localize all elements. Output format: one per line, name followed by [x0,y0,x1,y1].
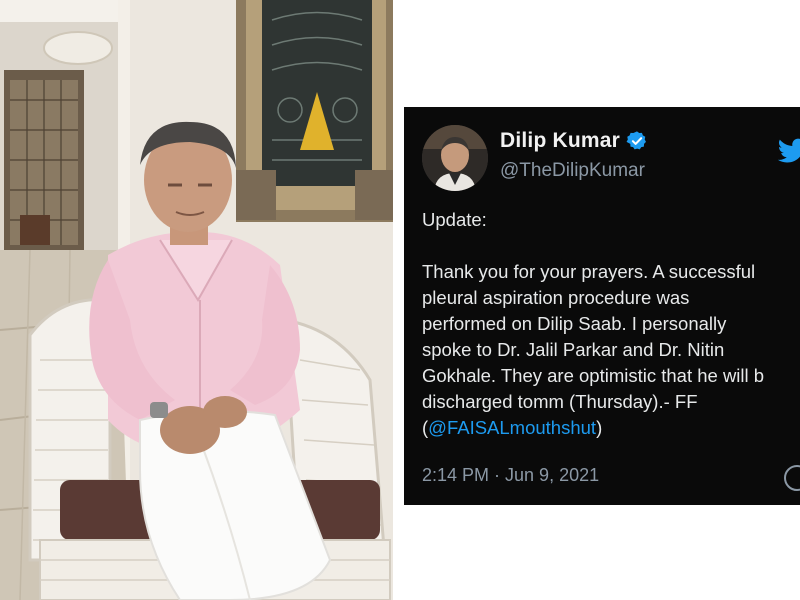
tweet-timestamp[interactable]: 2:14 PM · Jun 9, 2021 [422,465,599,486]
portrait-photo [0,0,393,600]
tweet-line: Update: [422,209,487,230]
tweet-line: pleural aspiration procedure was [422,287,690,308]
tweet-line: Gokhale. They are optimistic that he wil… [422,365,765,386]
tweet-text: Update: Thank you for your prayers. A su… [422,207,800,441]
profile-avatar[interactable] [422,125,488,191]
tweet-line: Thank you for your prayers. A successful [422,261,756,282]
image-collage: Dilip Kumar @TheDilipKumar Update: Thank… [0,0,800,600]
info-icon[interactable] [784,465,800,491]
display-name-row: Dilip Kumar [500,129,648,153]
mention-close-paren: ) [596,417,603,438]
tweet-header: Dilip Kumar @TheDilipKumar [422,125,800,195]
verified-badge-icon [626,130,648,152]
user-handle[interactable]: @TheDilipKumar [500,160,648,182]
tweet-line: performed on Dilip Saab. I personally [422,313,727,334]
portrait-photo-illustration [0,0,393,600]
user-identity: Dilip Kumar @TheDilipKumar [500,129,648,182]
tweet-line: spoke to Dr. Jalil Parkar and Dr. Nitin [422,339,725,360]
twitter-bird-icon[interactable] [777,137,800,165]
display-name[interactable]: Dilip Kumar [500,129,620,153]
mention-line: (@FAISALmouthshut) [422,415,800,441]
avatar-image [422,125,488,191]
mention-link[interactable]: @FAISALmouthshut [428,417,596,438]
tweet-card: Dilip Kumar @TheDilipKumar Update: Thank… [404,107,800,505]
tweet-line: discharged tomm (Thursday).- FF [422,391,698,412]
